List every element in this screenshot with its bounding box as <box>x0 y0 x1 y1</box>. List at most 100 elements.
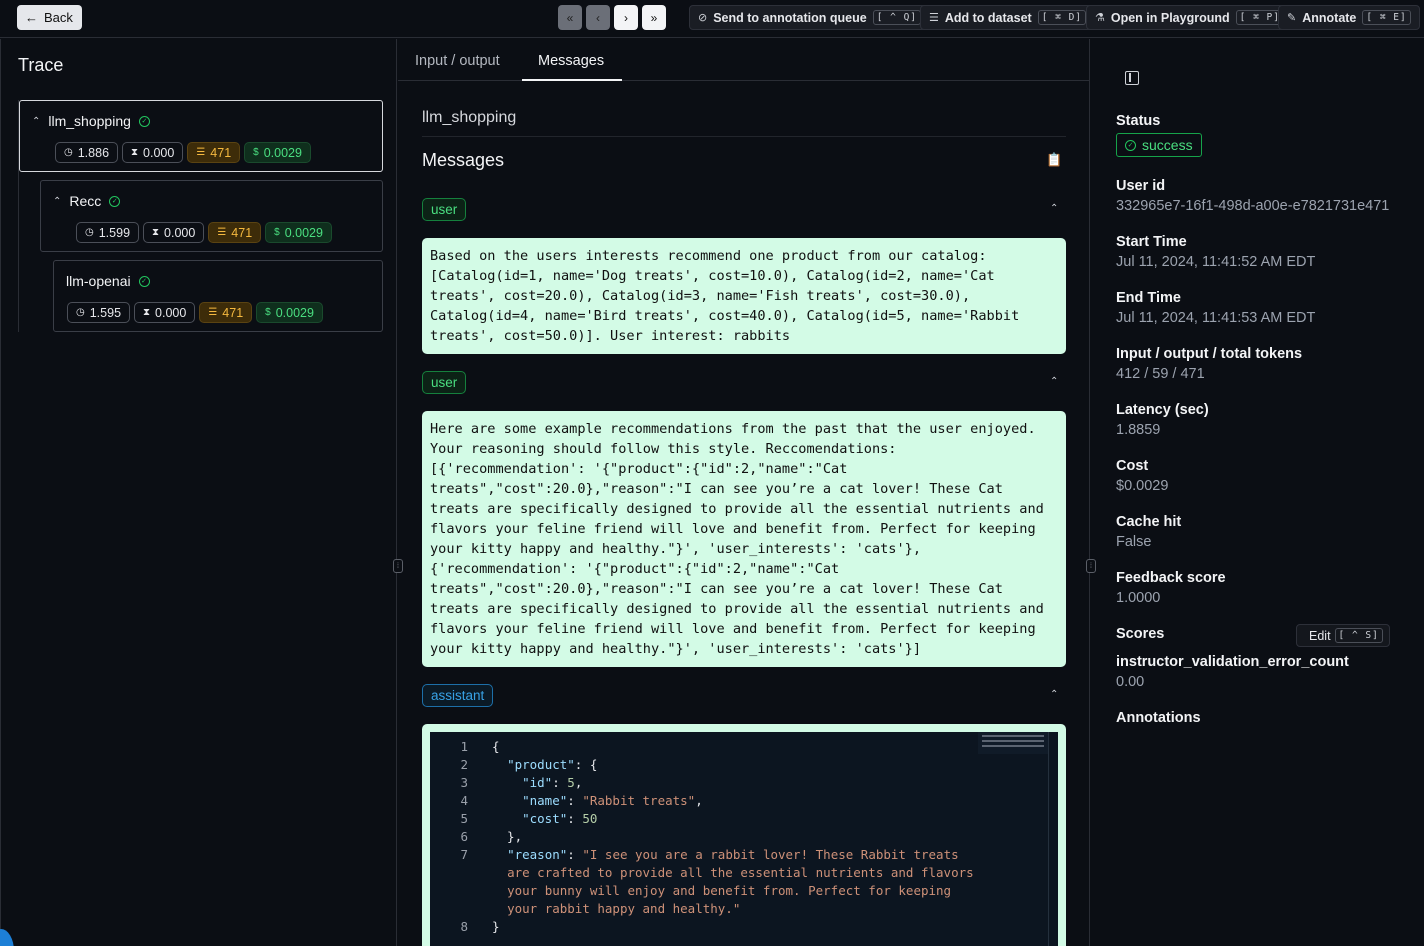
divider <box>422 136 1066 137</box>
action-label: Open in Playground <box>1110 10 1230 25</box>
json-code-viewer[interactable]: 1 2 3 4 5 6 7 8 { "product": { "id": 5, … <box>430 732 1058 946</box>
trace-node-recc[interactable]: ⌃ Recc ✓ ◷ 1.599 ⧗ 0.000 ☰ 471 $0.0029 <box>40 180 383 252</box>
code-scrollbar[interactable] <box>1048 732 1058 946</box>
node-header: llm-openai ✓ <box>66 273 150 289</box>
clock-icon: ◷ <box>64 147 73 158</box>
node-header: ⌃ llm_shopping ✓ <box>32 113 150 129</box>
shortcut-hint: [ ⌘ P] <box>1235 10 1284 25</box>
node-header: ⌃ Recc ✓ <box>53 193 121 209</box>
json-value: "Rabbit treats" <box>582 793 696 808</box>
status-badge: ✓ success <box>1116 133 1202 157</box>
help-button[interactable] <box>0 929 14 946</box>
latency-badge: ◷ 1.595 <box>67 302 131 323</box>
trace-tree: ⌃ llm_shopping ✓ ◷ 1.886 ⧗ 0.000 ☰ 471 $0.0… <box>18 100 383 332</box>
wait-value: 0.000 <box>155 305 187 320</box>
line-number: 7 <box>460 847 468 862</box>
json-key: "product" <box>507 757 575 772</box>
wait-badge: ⧗ 0.000 <box>143 222 205 243</box>
code-minimap[interactable] <box>978 732 1048 754</box>
end-time-field: End Time Jul 11, 2024, 11:41:53 AM EDT <box>1116 290 1315 326</box>
send-to-annotation-queue-button[interactable]: ⊘ Send to annotation queue [ ^ Q] <box>689 5 931 30</box>
run-name: llm_shopping <box>422 109 517 126</box>
check-circle-icon: ✓ <box>109 195 121 207</box>
tokens-value: 471 <box>231 225 253 240</box>
check-circle-icon: ✓ <box>138 275 150 287</box>
active-tab-indicator <box>522 79 622 81</box>
shortcut-hint: [ ^ S] <box>1334 628 1383 643</box>
message-role-badge: assistant <box>422 684 494 707</box>
trace-node-llm-openai[interactable]: llm-openai ✓ ◷ 1.595 ⧗ 0.000 ☰ 471 $0.0029 <box>53 260 383 332</box>
dollar-icon: $ <box>265 307 271 318</box>
json-value: "I see you are a rabbit lover! These Rab… <box>582 847 959 862</box>
clock-icon: ◷ <box>76 307 85 318</box>
chevron-up-icon[interactable]: ⌃ <box>53 196 61 207</box>
run-detail-panel: Input / output Messages llm_shopping Mes… <box>398 39 1090 946</box>
score-name: instructor_validation_error_count <box>1116 654 1349 670</box>
cost-badge: $0.0029 <box>256 302 323 323</box>
latency-value: 1.886 <box>77 145 110 160</box>
score-item: instructor_validation_error_count 0.00 <box>1116 654 1349 690</box>
back-label: Back <box>44 10 73 25</box>
line-number: 6 <box>460 829 468 844</box>
chevron-left-icon: ‹ <box>596 10 600 25</box>
field-label: Latency (sec) <box>1116 402 1209 418</box>
line-number: 2 <box>460 757 468 772</box>
wait-value: 0.000 <box>164 225 196 240</box>
latency-field: Latency (sec) 1.8859 <box>1116 402 1209 438</box>
back-button[interactable]: ← Back <box>17 5 82 30</box>
field-label: Input / output / total tokens <box>1116 346 1303 362</box>
json-value: 5 <box>567 775 575 790</box>
field-value: $0.0029 <box>1116 478 1169 494</box>
prev-trace-button[interactable]: ‹ <box>586 5 610 30</box>
edit-label: Edit <box>1309 628 1331 643</box>
field-label: User id <box>1116 178 1166 194</box>
start-time-field: Start Time Jul 11, 2024, 11:41:52 AM EDT <box>1116 234 1315 270</box>
last-trace-button[interactable]: » <box>642 5 666 30</box>
node-metrics: ◷ 1.595 ⧗ 0.000 ☰ 471 $0.0029 <box>67 302 323 323</box>
cost-value: 0.0029 <box>284 225 323 240</box>
top-toolbar: ← Back « ‹ › » ⊘ Send to annotation queu… <box>0 0 1424 38</box>
hourglass-icon: ⧗ <box>131 147 139 158</box>
tokens-value: 471 <box>222 305 244 320</box>
field-label: Status <box>1116 113 1161 129</box>
tab-messages[interactable]: Messages <box>538 53 604 69</box>
check-circle-icon: ✓ <box>138 115 150 127</box>
field-label: Annotations <box>1116 710 1201 726</box>
json-value: are crafted to provide all the essential… <box>507 865 974 880</box>
add-to-dataset-button[interactable]: ☰ Add to dataset [ ⌘ D] <box>920 5 1096 30</box>
open-in-playground-button[interactable]: ⚗ Open in Playground [ ⌘ P] <box>1086 5 1293 30</box>
code-lines: { "product": { "id": 5, "name": "Rabbit … <box>492 739 974 934</box>
chevron-up-icon[interactable]: ⌃ <box>1050 203 1058 214</box>
cost-badge: $0.0029 <box>265 222 332 243</box>
chevron-up-icon[interactable]: ⌃ <box>1050 376 1058 387</box>
line-number <box>430 900 474 918</box>
action-label: Add to dataset <box>944 10 1032 25</box>
annotate-button[interactable]: ✎ Annotate [ ⌘ E] <box>1278 5 1420 30</box>
chevron-up-icon[interactable]: ⌃ <box>32 116 40 127</box>
field-value: Jul 11, 2024, 11:41:53 AM EDT <box>1116 310 1316 326</box>
tab-input-output[interactable]: Input / output <box>415 53 500 69</box>
edit-scores-button[interactable]: Edit [ ^ S] <box>1296 624 1390 647</box>
clock-icon: ◷ <box>85 227 94 238</box>
flask-icon: ⚗ <box>1095 12 1105 24</box>
sidebar-toggle-icon[interactable] <box>1125 71 1139 85</box>
field-value: Jul 11, 2024, 11:41:52 AM EDT <box>1116 254 1316 270</box>
json-key: "cost" <box>522 811 568 826</box>
database-icon: ☰ <box>929 12 939 24</box>
line-number: 4 <box>460 793 468 808</box>
next-trace-button[interactable]: › <box>614 5 638 30</box>
cost-value: 0.0029 <box>275 305 314 320</box>
field-value: 1.0000 <box>1116 590 1161 606</box>
latency-value: 1.595 <box>89 305 122 320</box>
wait-badge: ⧗ 0.000 <box>122 142 184 163</box>
scores-field: Scores <box>1116 626 1164 642</box>
cost-badge: $0.0029 <box>244 142 311 163</box>
first-trace-button[interactable]: « <box>558 5 582 30</box>
shortcut-hint: [ ^ Q] <box>872 10 922 25</box>
clipboard-icon[interactable]: 📋 <box>1046 152 1062 168</box>
annotations-field: Annotations <box>1116 710 1201 726</box>
chevrons-right-icon: » <box>650 10 658 25</box>
latency-badge: ◷ 1.886 <box>55 142 119 163</box>
chevron-up-icon[interactable]: ⌃ <box>1050 689 1058 700</box>
trace-node-llm-shopping[interactable]: ⌃ llm_shopping ✓ ◷ 1.886 ⧗ 0.000 ☰ 471 $0.0… <box>19 100 383 172</box>
